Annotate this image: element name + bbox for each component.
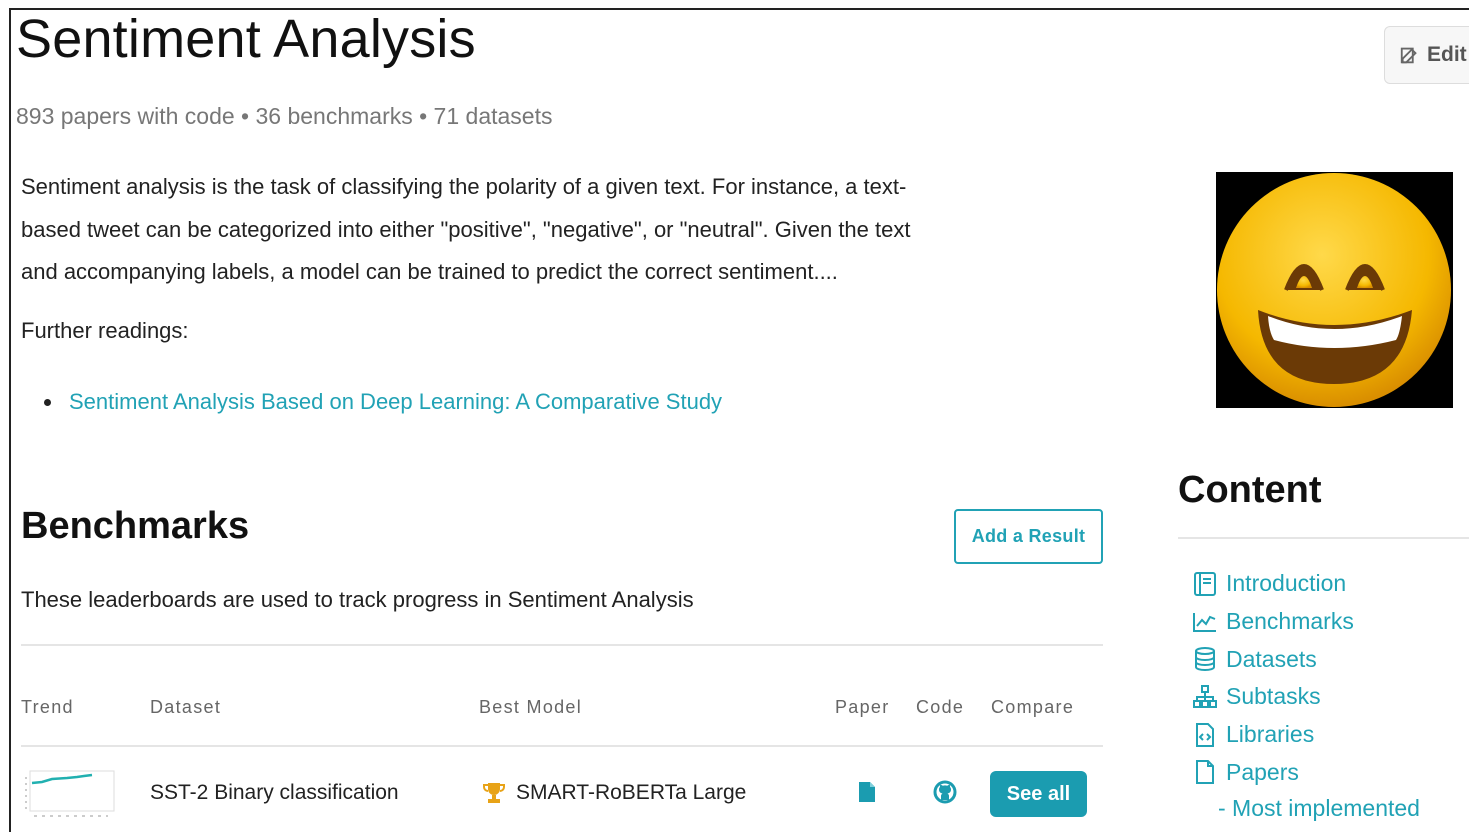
description-line: and accompanying labels, a model can be … <box>21 259 838 284</box>
add-result-button[interactable]: Add a Result <box>954 509 1103 564</box>
github-icon[interactable] <box>933 780 957 804</box>
database-icon <box>1195 647 1215 672</box>
task-image <box>1216 172 1453 408</box>
column-header-best-model: Best Model <box>479 697 583 717</box>
best-model[interactable]: SMART-RoBERTa Large <box>482 781 746 805</box>
column-header-trend: Trend <box>21 697 74 717</box>
see-all-button[interactable]: See all <box>990 771 1087 817</box>
hierarchy-icon <box>1193 684 1217 708</box>
dataset-name[interactable]: SST-2 Binary classification <box>150 781 399 805</box>
column-header-paper: Paper <box>835 697 890 717</box>
book-icon <box>1194 571 1216 596</box>
description-line: based tweet can be categorized into eith… <box>21 216 911 242</box>
toc-item-papers[interactable]: Papers <box>1192 753 1354 791</box>
description-line: Sentiment analysis is the task of classi… <box>21 174 907 199</box>
page-title: Sentiment Analysis <box>16 9 476 69</box>
paper-icon[interactable] <box>858 781 876 803</box>
toc-item-libraries[interactable]: Libraries <box>1192 716 1354 754</box>
edit-button[interactable]: Edit <box>1384 26 1469 84</box>
trend-sparkline[interactable] <box>22 769 116 819</box>
reading-link[interactable]: Sentiment Analysis Based on Deep Learnin… <box>69 389 722 415</box>
toc-item-most-implemented[interactable]: - Most implemented <box>1218 795 1420 822</box>
toc-item-benchmarks[interactable]: Benchmarks <box>1192 603 1354 641</box>
toc-item-datasets[interactable]: Datasets <box>1192 640 1354 678</box>
column-header-dataset: Dataset <box>150 697 222 717</box>
divider <box>1178 537 1469 539</box>
file-icon <box>1196 760 1214 785</box>
toc-label: Datasets <box>1226 645 1317 672</box>
column-header-compare: Compare <box>991 697 1075 717</box>
code-file-icon <box>1196 722 1214 747</box>
toc-label: Libraries <box>1226 721 1315 748</box>
toc-item-introduction[interactable]: Introduction <box>1192 565 1354 603</box>
smiling-emoji-icon <box>1217 173 1451 407</box>
task-description: Sentiment analysis is the task of classi… <box>21 166 1041 294</box>
divider <box>21 745 1103 747</box>
benchmarks-description: These leaderboards are used to track pro… <box>21 587 694 612</box>
further-readings-label: Further readings: <box>21 318 189 343</box>
chart-icon <box>1193 612 1216 632</box>
trophy-icon <box>483 783 505 803</box>
content-heading: Content <box>1178 469 1322 511</box>
toc-label: Subtasks <box>1226 683 1321 710</box>
best-model-name: SMART-RoBERTa Large <box>516 781 747 804</box>
toc-label: Papers <box>1226 758 1299 785</box>
toc-label: Benchmarks <box>1226 608 1354 635</box>
divider <box>21 644 1103 646</box>
task-stats: 893 papers with code • 36 benchmarks • 7… <box>16 103 553 129</box>
bullet-icon <box>44 398 51 406</box>
edit-icon <box>1400 47 1417 64</box>
reading-list-item: Sentiment Analysis Based on Deep Learnin… <box>44 389 722 415</box>
column-header-code: Code <box>916 697 965 717</box>
toc-label: Introduction <box>1226 570 1347 597</box>
table-of-contents: Introduction Benchmarks Datasets Subtask… <box>1192 565 1354 791</box>
benchmarks-heading: Benchmarks <box>21 505 250 547</box>
toc-item-subtasks[interactable]: Subtasks <box>1192 678 1354 716</box>
edit-label: Edit <box>1427 43 1467 66</box>
